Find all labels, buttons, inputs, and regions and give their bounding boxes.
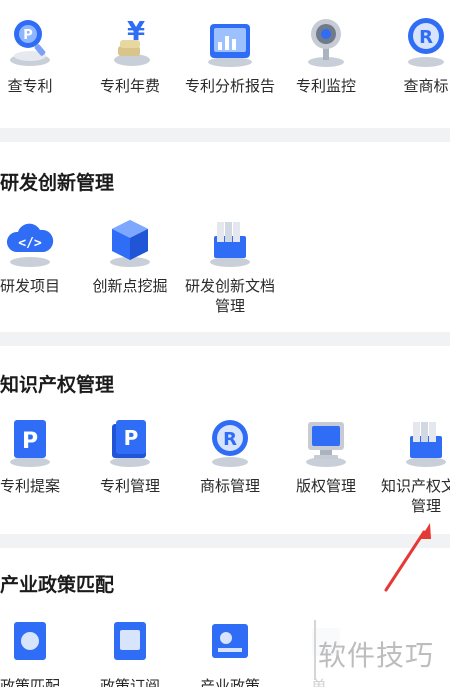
item-trademark-management[interactable]: R 商标管理 <box>184 414 276 496</box>
item-patent-search[interactable]: P 查专利 <box>0 14 76 96</box>
item-industry-policy[interactable]: 产业政策 <box>184 614 276 687</box>
patent-folder-icon: P <box>110 420 150 467</box>
item-patent-proposal[interactable]: P 专利提案 <box>0 414 76 496</box>
analysis-report-icon <box>208 24 252 67</box>
svg-text:P: P <box>124 426 139 450</box>
item-label: 知识产权文档管理 <box>380 477 450 515</box>
item-label: 商标管理 <box>199 477 260 495</box>
item-label: 专利提案 <box>0 477 60 495</box>
item-label: 产业政策 <box>199 677 260 687</box>
watermark: 软件技巧 <box>296 612 450 687</box>
watermark-text: 软件技巧 <box>318 639 435 672</box>
item-policy-match[interactable]: 政策匹配 <box>0 614 76 687</box>
policy-match-icon <box>14 622 46 660</box>
item-trademark-search[interactable]: R 查商标 <box>380 14 450 96</box>
item-patent-monitor[interactable]: 专利监控 <box>280 14 372 96</box>
svg-text:R: R <box>419 27 433 48</box>
item-label: 政策订阅 <box>99 677 160 687</box>
section-divider <box>0 128 450 142</box>
computer-icon <box>306 422 346 467</box>
annual-fee-icon: ¥ <box>114 17 150 66</box>
item-rd-docs[interactable]: 研发创新文档管理 <box>184 214 276 316</box>
svg-text:</>: </> <box>18 236 42 251</box>
industry-policy-icon <box>212 624 248 658</box>
item-label: 创新点挖掘 <box>92 277 168 295</box>
item-patent-management[interactable]: P 专利管理 <box>84 414 176 496</box>
cube-icon <box>110 220 150 267</box>
svg-text:¥: ¥ <box>127 17 145 47</box>
item-label: 专利年费 <box>99 77 160 95</box>
cloud-code-icon: </> <box>6 223 54 267</box>
item-label: 政策匹配 <box>0 677 60 687</box>
item-label: 查商标 <box>403 77 449 95</box>
patent-search-icon: P <box>10 20 50 66</box>
annotation-arrow-icon <box>384 523 431 592</box>
section-divider <box>0 332 450 346</box>
item-analysis-report[interactable]: 专利分析报告 <box>184 14 276 96</box>
item-label: 查专利 <box>7 77 53 95</box>
svg-text:P: P <box>23 28 33 43</box>
policy-subscribe-icon <box>114 622 146 660</box>
document-stack-icon <box>406 422 446 467</box>
item-label: 专利管理 <box>99 477 160 495</box>
item-rd-project[interactable]: </> 研发项目 <box>0 214 76 296</box>
section-title-rd: 研发创新管理 <box>0 172 115 194</box>
svg-text:P: P <box>22 429 38 454</box>
patent-p-icon: P <box>10 420 50 467</box>
section-title-policy: 产业政策匹配 <box>0 574 115 596</box>
trademark-search-icon: R <box>408 18 444 67</box>
item-label: 专利监控 <box>295 77 356 95</box>
section-title-ip: 知识产权管理 <box>0 374 115 396</box>
item-ip-docs[interactable]: 知识产权文档管理 <box>380 414 450 516</box>
item-policy-subscribe[interactable]: 政策订阅 <box>84 614 176 687</box>
item-copyright-management[interactable]: 版权管理 <box>280 414 372 496</box>
item-innovation-mining[interactable]: 创新点挖掘 <box>84 214 176 296</box>
item-annual-fee[interactable]: ¥ 专利年费 <box>84 14 176 96</box>
item-label: 研发创新文档管理 <box>184 277 275 315</box>
watermark-logo-icon <box>306 620 316 680</box>
document-stack-icon <box>210 222 250 267</box>
item-label: 版权管理 <box>295 477 356 495</box>
trademark-r-icon: R <box>212 420 248 467</box>
monitor-camera-icon <box>308 19 344 67</box>
svg-text:R: R <box>223 429 237 450</box>
item-label: 研发项目 <box>0 277 60 295</box>
item-label: 专利分析报告 <box>184 77 275 95</box>
